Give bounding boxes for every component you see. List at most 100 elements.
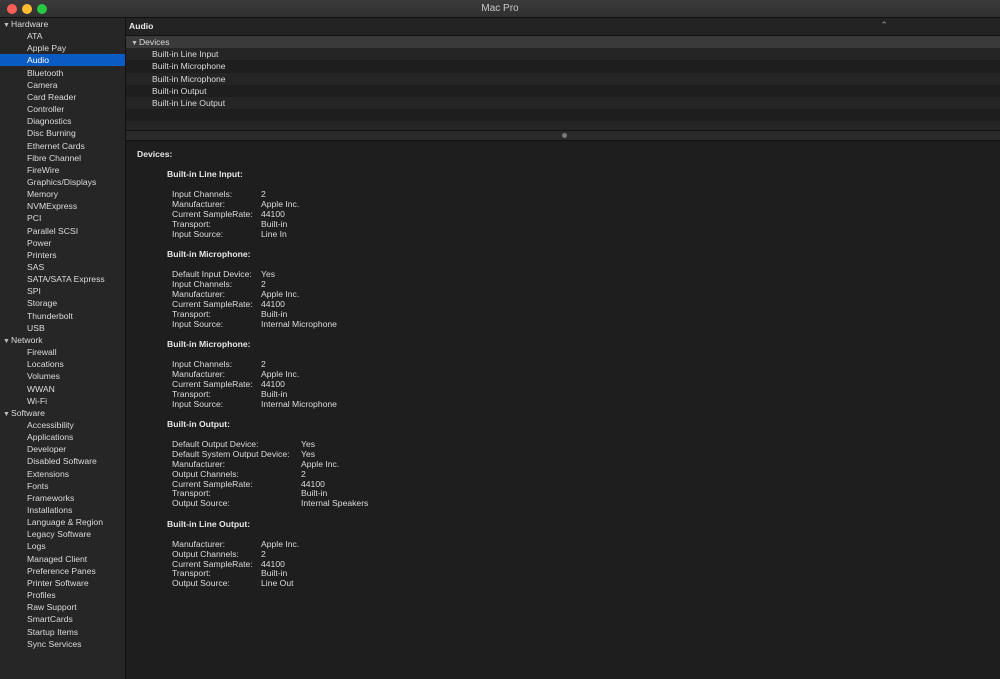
sidebar-item-volumes[interactable]: Volumes <box>0 370 125 382</box>
sidebar-item-ethernet-cards[interactable]: Ethernet Cards <box>0 140 125 152</box>
sidebar-item-memory[interactable]: Memory <box>0 188 125 200</box>
property-label: Transport: <box>172 568 211 579</box>
property-label: Output Channels: <box>172 548 239 559</box>
property-label: Transport: <box>172 308 211 319</box>
property-value: Apple Inc. <box>301 458 340 469</box>
tree-item-built-in-line-input[interactable]: Built-in Line Input <box>126 48 1000 61</box>
property-value: Built-in <box>301 488 328 499</box>
sidebar-item-locations[interactable]: Locations <box>0 358 125 370</box>
property-label: Output Source: <box>172 498 230 509</box>
sidebar-item-usb[interactable]: USB <box>0 322 125 334</box>
sidebar-item-sata-sata-express[interactable]: SATA/SATA Express <box>0 273 125 285</box>
property-value: Built-in <box>261 218 288 229</box>
sidebar-item-sync-services[interactable]: Sync Services <box>0 638 125 650</box>
property-value: 44100 <box>261 378 285 389</box>
sidebar-item-card-reader[interactable]: Card Reader <box>0 91 125 103</box>
sidebar-group-network[interactable]: ▼Network <box>0 334 128 346</box>
sidebar-item-wi-fi[interactable]: Wi-Fi <box>0 395 125 407</box>
sidebar-item-storage[interactable]: Storage <box>0 297 125 309</box>
sidebar-item-frameworks[interactable]: Frameworks <box>0 492 125 504</box>
sidebar-item-logs[interactable]: Logs <box>0 540 125 552</box>
property-label: Transport: <box>172 218 211 229</box>
property-value: 44100 <box>261 558 285 569</box>
property-label: Default System Output Device: <box>172 448 290 459</box>
divider-grip-icon[interactable] <box>562 133 567 138</box>
disclosure-triangle-icon[interactable]: ▼ <box>131 40 138 47</box>
sidebar-item-disc-burning[interactable]: Disc Burning <box>0 127 125 139</box>
property-label: Output Source: <box>172 578 230 589</box>
property-label: Manufacturer: <box>172 288 226 299</box>
tree-item-built-in-microphone[interactable]: Built-in Microphone <box>126 72 1000 85</box>
sidebar-item-sas[interactable]: SAS <box>0 261 125 273</box>
detail-heading: Devices: <box>137 149 173 159</box>
property-value: 44100 <box>261 298 285 309</box>
sidebar-item-fibre-channel[interactable]: Fibre Channel <box>0 152 125 164</box>
sidebar-item-accessibility[interactable]: Accessibility <box>0 419 125 431</box>
property-value: Yes <box>261 269 276 279</box>
sidebar-item-ata[interactable]: ATA <box>0 30 125 42</box>
sidebar-item-bluetooth[interactable]: Bluetooth <box>0 67 125 79</box>
sidebar-item-managed-client[interactable]: Managed Client <box>0 553 125 565</box>
sidebar-item-printer-software[interactable]: Printer Software <box>0 577 125 589</box>
tree-empty-row <box>126 109 1000 121</box>
sidebar-item-thunderbolt[interactable]: Thunderbolt <box>0 310 125 322</box>
sidebar-item-pci[interactable]: PCI <box>0 212 125 224</box>
property-value: 2 <box>261 189 266 199</box>
split-divider[interactable] <box>126 130 1000 141</box>
sidebar-item-graphics-displays[interactable]: Graphics/Displays <box>0 176 125 188</box>
sidebar-item-profiles[interactable]: Profiles <box>0 589 125 601</box>
property-label: Output Channels: <box>172 468 239 479</box>
sidebar-item-extensions[interactable]: Extensions <box>0 468 125 480</box>
sidebar-item-language-region[interactable]: Language & Region <box>0 516 125 528</box>
sidebar-group-label: Network <box>11 334 43 345</box>
device-name: Built-in Line Input: <box>167 169 243 179</box>
sidebar-item-camera[interactable]: Camera <box>0 79 125 91</box>
property-label: Current SampleRate: <box>172 298 253 309</box>
property-label: Current SampleRate: <box>172 558 253 569</box>
sidebar-item-firewall[interactable]: Firewall <box>0 346 125 358</box>
sidebar-item-wwan[interactable]: WWAN <box>0 383 125 395</box>
sidebar-item-power[interactable]: Power <box>0 237 125 249</box>
tree-group-devices[interactable]: ▼Devices <box>126 36 1000 48</box>
property-value: Line Out <box>261 578 294 589</box>
tree-item-built-in-microphone[interactable]: Built-in Microphone <box>126 60 1000 72</box>
property-value: 44100 <box>301 478 325 489</box>
tree-item-built-in-line-output[interactable]: Built-in Line Output <box>126 97 1000 109</box>
sidebar-group-hardware[interactable]: ▼Hardware <box>0 18 128 30</box>
sidebar-item-installations[interactable]: Installations <box>0 504 125 516</box>
tree-item-built-in-output[interactable]: Built-in Output <box>126 85 1000 97</box>
property-label: Manufacturer: <box>172 198 226 209</box>
sidebar-item-spi[interactable]: SPI <box>0 285 125 297</box>
sidebar: ▼Hardware ATA Apple Pay Audio Bluetooth Camer… <box>0 18 126 679</box>
sidebar-item-raw-support[interactable]: Raw Support <box>0 601 125 613</box>
sidebar-item-smartcards[interactable]: SmartCards <box>0 613 125 625</box>
chevron-up-icon[interactable]: ⌃ <box>880 20 888 31</box>
property-value: Apple Inc. <box>261 538 300 549</box>
property-label: Manufacturer: <box>172 538 226 549</box>
sidebar-item-controller[interactable]: Controller <box>0 103 125 115</box>
sidebar-group-software[interactable]: ▼Software <box>0 407 128 419</box>
sidebar-item-apple-pay[interactable]: Apple Pay <box>0 42 125 54</box>
sidebar-item-diagnostics[interactable]: Diagnostics <box>0 115 125 127</box>
property-value: Internal Microphone <box>261 398 337 409</box>
property-label: Transport: <box>172 488 211 499</box>
sidebar-item-audio[interactable]: Audio <box>0 54 125 67</box>
sidebar-item-legacy-software[interactable]: Legacy Software <box>0 528 125 540</box>
property-label: Manufacturer: <box>172 368 226 379</box>
sidebar-item-disabled-software[interactable]: Disabled Software <box>0 455 125 467</box>
sidebar-item-fonts[interactable]: Fonts <box>0 480 125 492</box>
sidebar-item-printers[interactable]: Printers <box>0 249 125 261</box>
property-label: Input Source: <box>172 228 224 239</box>
sidebar-item-applications[interactable]: Applications <box>0 431 125 443</box>
sidebar-item-preference-panes[interactable]: Preference Panes <box>0 565 125 577</box>
property-label: Current SampleRate: <box>172 208 253 219</box>
property-value: Line In <box>261 228 287 239</box>
property-value: Yes <box>301 438 316 449</box>
sidebar-item-developer[interactable]: Developer <box>0 443 125 455</box>
device-name: Built-in Output: <box>167 418 230 429</box>
sidebar-item-firewire[interactable]: FireWire <box>0 164 125 176</box>
property-label: Current SampleRate: <box>172 478 253 489</box>
sidebar-item-nvmexpress[interactable]: NVMExpress <box>0 200 125 212</box>
sidebar-item-startup-items[interactable]: Startup Items <box>0 626 125 638</box>
sidebar-item-parallel-scsi[interactable]: Parallel SCSI <box>0 225 125 237</box>
